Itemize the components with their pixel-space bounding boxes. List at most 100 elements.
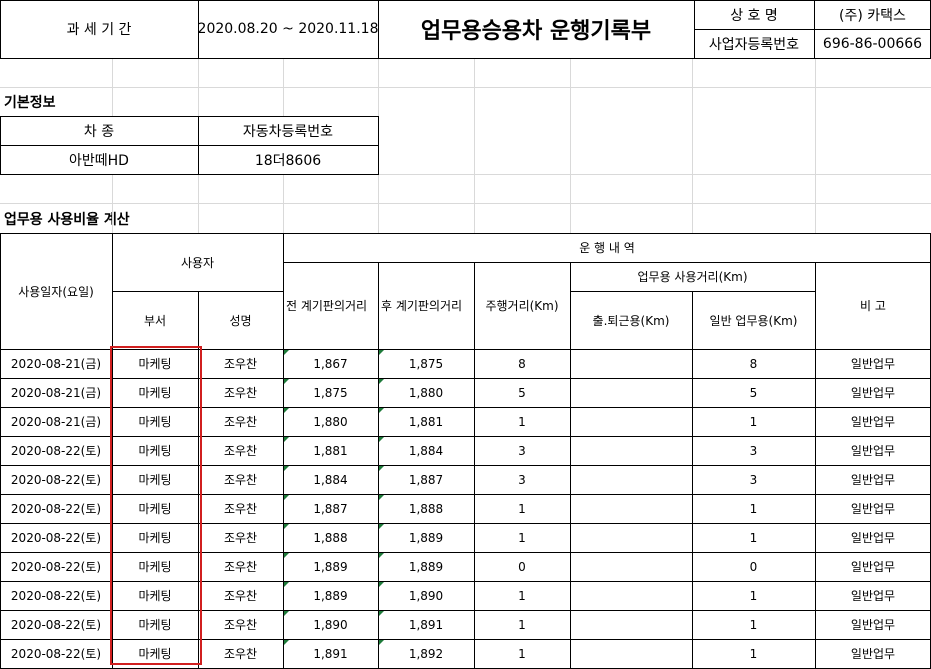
row-general-cell: 1 — [749, 530, 758, 545]
row-date-cell: 2020-08-22(토) — [10, 531, 102, 545]
comment-marker-icon — [284, 379, 289, 384]
comment-marker-icon — [284, 524, 289, 529]
comment-marker-icon — [379, 350, 384, 355]
row-note-cell: 일반업무 — [850, 502, 896, 516]
row-before-cell: 1,890 — [313, 617, 348, 632]
border-line — [0, 0, 931, 1]
grid-line — [570, 174, 571, 233]
row-note-cell: 일반업무 — [850, 618, 896, 632]
border-line — [570, 262, 571, 668]
comment-marker-icon — [379, 524, 384, 529]
row-distance-cell: 1 — [518, 414, 526, 429]
grid-line — [378, 58, 379, 116]
row-general-cell: 1 — [749, 588, 758, 603]
row-name-cell: 조우찬 — [223, 647, 258, 661]
row-general-cell: 1 — [749, 617, 758, 632]
grid-line — [570, 58, 571, 116]
border-line — [283, 233, 284, 668]
row-after-cell: 1,875 — [408, 356, 444, 371]
row-after-cell: 1,889 — [408, 559, 444, 574]
col-commute-header: 출.퇴근용(Km) — [592, 313, 670, 328]
row-note-cell: 일반업무 — [850, 357, 896, 371]
row-date-cell: 2020-08-22(토) — [10, 473, 102, 487]
row-date-cell: 2020-08-22(토) — [10, 502, 102, 516]
row-general-cell: 5 — [749, 385, 758, 400]
plate-label: 자동차등록번호 — [242, 123, 334, 140]
dept-column-highlight — [110, 346, 202, 665]
row-date-cell: 2020-08-22(토) — [10, 618, 102, 632]
bizno-value: 696-86-00666 — [822, 35, 923, 52]
grid-line — [692, 58, 693, 116]
row-before-cell: 1,891 — [313, 646, 348, 661]
basic-info-title: 기본정보 — [4, 95, 56, 111]
grid-line — [815, 116, 816, 174]
row-general-cell: 1 — [749, 414, 758, 429]
row-note-cell: 일반업무 — [850, 473, 896, 487]
row-distance-cell: 5 — [518, 385, 526, 400]
row-general-cell: 3 — [749, 472, 758, 487]
row-before-cell: 1,875 — [313, 385, 348, 400]
row-distance-cell: 1 — [518, 646, 526, 661]
border-line — [0, 116, 1, 174]
row-commute-cell — [570, 465, 692, 494]
row-after-cell: 1,880 — [408, 385, 444, 400]
row-commute-cell — [570, 581, 692, 610]
row-note-cell: 일반업무 — [850, 647, 896, 661]
row-date-cell: 2020-08-21(금) — [10, 386, 102, 400]
bizno-label: 사업자등록번호 — [708, 36, 800, 53]
comment-marker-icon — [379, 553, 384, 558]
col-dept-header: 부서 — [143, 313, 167, 328]
row-distance-cell: 3 — [518, 443, 526, 458]
usage-section-title: 업무용 사용비율 계산 — [4, 211, 130, 228]
period-label: 과 세 기 간 — [66, 22, 132, 38]
row-distance-cell: 1 — [518, 588, 526, 603]
company-label: 상 호 명 — [730, 7, 778, 24]
grid-line — [815, 58, 816, 116]
border-line — [815, 262, 816, 668]
row-note-cell: 일반업무 — [850, 589, 896, 603]
comment-marker-icon — [379, 379, 384, 384]
row-name-cell: 조우찬 — [223, 560, 258, 574]
comment-marker-icon — [379, 611, 384, 616]
col-distance-header: 주행거리(Km) — [485, 299, 559, 313]
grid-line — [0, 203, 931, 204]
row-date-cell: 2020-08-22(토) — [10, 589, 102, 603]
border-line — [283, 262, 931, 263]
row-distance-cell: 8 — [518, 356, 526, 371]
row-distance-cell: 1 — [518, 617, 526, 632]
border-line — [0, 145, 379, 146]
row-before-cell: 1,880 — [313, 414, 348, 429]
comment-marker-icon — [284, 582, 289, 587]
row-name-cell: 조우찬 — [223, 502, 258, 516]
comment-marker-icon — [284, 495, 289, 500]
row-before-cell: 1,889 — [313, 559, 348, 574]
comment-marker-icon — [284, 611, 289, 616]
comment-marker-icon — [284, 553, 289, 558]
row-date-cell: 2020-08-22(토) — [10, 647, 102, 661]
comment-marker-icon — [379, 437, 384, 442]
border-line — [694, 29, 931, 30]
row-commute-cell — [570, 436, 692, 465]
row-date-cell: 2020-08-22(토) — [10, 560, 102, 574]
col-general-header: 일반 업무용(Km) — [709, 313, 798, 328]
row-distance-cell: 1 — [518, 501, 526, 516]
row-name-cell: 조우찬 — [223, 386, 258, 400]
comment-marker-icon — [284, 466, 289, 471]
grid-line — [112, 58, 113, 116]
grid-line — [474, 58, 475, 116]
comment-marker-icon — [379, 466, 384, 471]
row-commute-cell — [570, 494, 692, 523]
row-commute-cell — [570, 407, 692, 436]
page-title: 업무용승용차 운행기록부 — [420, 19, 652, 44]
row-after-cell: 1,884 — [408, 443, 444, 458]
company-value: (주) 카택스 — [839, 7, 906, 24]
row-note-cell: 일반업무 — [850, 531, 896, 545]
grid-line — [378, 174, 379, 233]
comment-marker-icon — [284, 437, 289, 442]
row-commute-cell — [570, 610, 692, 639]
row-before-cell: 1,881 — [313, 443, 348, 458]
row-after-cell: 1,881 — [408, 414, 444, 429]
row-distance-cell: 3 — [518, 472, 526, 487]
row-before-cell: 1,887 — [313, 501, 348, 516]
col-note-header: 비 고 — [860, 299, 886, 313]
